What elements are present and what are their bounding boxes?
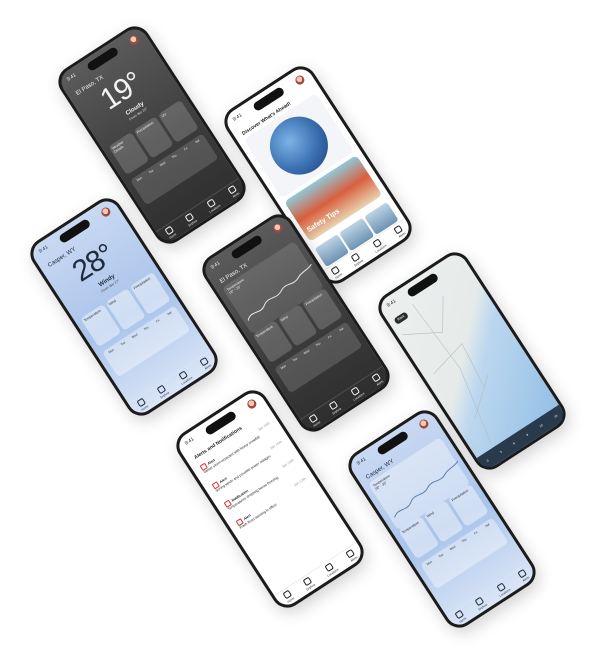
mockup-stage: 9:41 El Paso, TX 19° Cloudy Feels like 2… [0, 0, 600, 668]
status-time: 9:41 [231, 112, 244, 123]
tab-alerts[interactable]: Alerts [227, 184, 240, 199]
tab-home[interactable]: Home [164, 225, 177, 240]
avatar[interactable] [293, 73, 307, 87]
tab-explore[interactable]: Explore [301, 576, 316, 591]
alert-date: Jan 14th [281, 458, 295, 469]
tab-locations[interactable]: Locations [204, 197, 221, 214]
avatar[interactable] [245, 397, 259, 411]
status-time: 9:41 [65, 72, 78, 83]
tab-home[interactable]: Home [136, 397, 149, 412]
timeline-tick: 0 [485, 458, 490, 463]
timeline-tick: 12 [538, 423, 544, 429]
alert-date: Jan 12th [293, 476, 307, 488]
tab-explore[interactable]: Explore [183, 212, 198, 227]
alert-date: Jan 15th [269, 439, 283, 451]
avatar[interactable] [99, 205, 113, 219]
tab-explore[interactable]: Explore [155, 384, 170, 399]
avatar[interactable] [417, 417, 431, 431]
dynamic-island [230, 234, 264, 261]
tab-explore[interactable]: Explore [349, 252, 364, 267]
alert-date: Jan 16th [257, 421, 271, 432]
tab-locations[interactable]: Locations [494, 581, 511, 598]
tab-alerts[interactable]: Alerts [371, 372, 384, 387]
avatar[interactable] [127, 33, 141, 47]
tab-locations[interactable]: Locations [322, 561, 339, 578]
tab-home[interactable]: Home [282, 589, 295, 604]
tab-alerts[interactable]: Alerts [517, 568, 530, 583]
dynamic-island [86, 46, 120, 73]
tab-home[interactable]: Home [454, 609, 467, 624]
tab-explore[interactable]: Explore [327, 400, 342, 415]
tab-alerts[interactable]: Alerts [199, 356, 212, 371]
tab-locations[interactable]: Locations [370, 237, 387, 254]
timeline-tick: 3 [499, 449, 503, 455]
tab-alerts[interactable]: Alerts [393, 224, 406, 239]
tab-locations[interactable]: Locations [176, 369, 193, 386]
dynamic-island [376, 430, 410, 457]
avatar[interactable] [271, 221, 285, 235]
dynamic-island [58, 218, 92, 245]
tab-explore[interactable]: Explore [473, 596, 488, 611]
phone-alerts: 9:41 Alerts and Notifications Alert Wint… [170, 384, 370, 614]
status-time: 9:41 [355, 456, 368, 467]
tab-locations[interactable]: Locations [348, 385, 365, 402]
tab-home[interactable]: Home [308, 413, 321, 428]
status-time: 9:41 [209, 260, 222, 271]
tab-bar: Home Explore Locations Alerts [274, 541, 366, 610]
timeline-tick: 15 [553, 413, 559, 419]
tab-alerts[interactable]: Alerts [345, 548, 358, 563]
status-time: 9:41 [183, 436, 196, 447]
timeline-tick: 6 [512, 441, 516, 446]
status-time: 9:41 [37, 244, 50, 255]
timeline-tick: 9 [525, 432, 530, 437]
tab-home[interactable]: Home [330, 265, 343, 280]
